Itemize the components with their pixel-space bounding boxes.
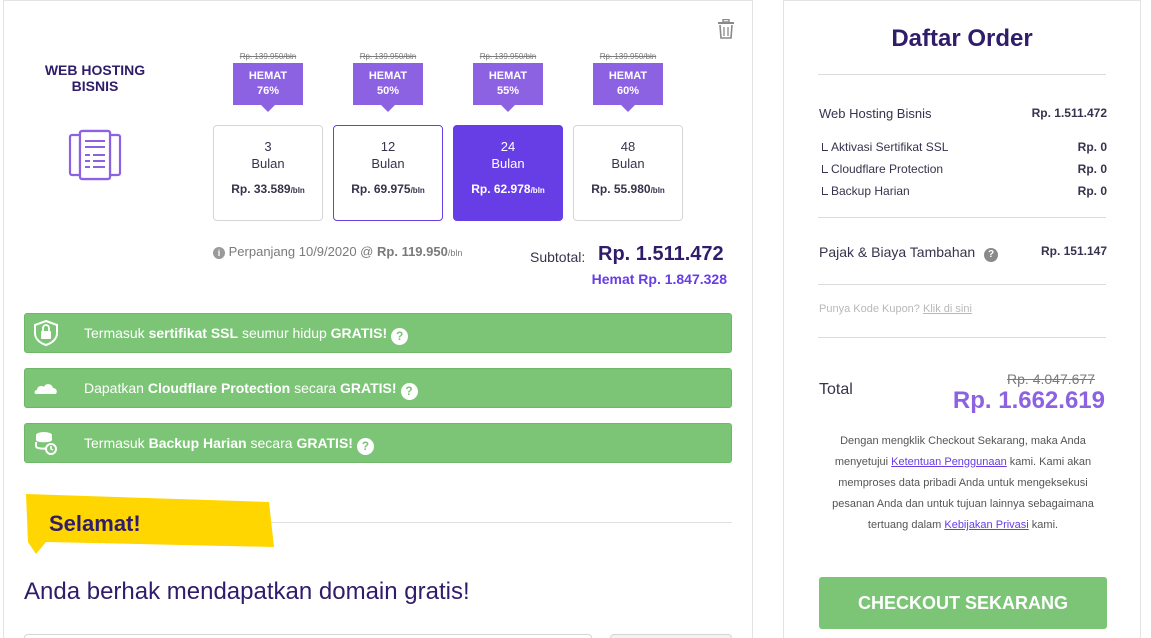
product-title: WEB HOSTING BISNIS	[44, 62, 146, 94]
plan-option-48-months[interactable]: 48 Bulan Rp. 55.980/bln	[573, 125, 683, 221]
divider	[818, 337, 1106, 338]
savings-total: Hemat Rp. 1.847.328	[591, 271, 727, 287]
sub-item-arrow-icon	[822, 165, 828, 173]
ssl-shield-icon	[34, 320, 58, 346]
plan-price: Rp. 55.980/bln	[591, 182, 665, 196]
feature-text: Termasuk sertifikat SSL seumur hidup GRA…	[84, 314, 409, 352]
sub-item-label: Cloudflare Protection	[831, 162, 944, 176]
badge-label: HEMAT	[488, 70, 528, 82]
plan-option-24-months[interactable]: 24 Bulan Rp. 62.978/bln	[453, 125, 563, 221]
plan-price: Rp. 33.589/bln	[231, 182, 305, 196]
renewal-note: i Perpanjang 10/9/2020 @ Rp. 119.950/bln	[213, 244, 462, 259]
domain-search-button[interactable]	[610, 634, 732, 638]
badge-label: HEMAT	[608, 70, 648, 82]
sub-item-value: Rp. 0	[1077, 162, 1107, 176]
feature-text: Dapatkan Cloudflare Protection secara GR…	[84, 369, 418, 407]
feature-ssl: Termasuk sertifikat SSL seumur hidup GRA…	[24, 313, 732, 353]
order-sub-item: Backup Harian Rp. 0	[822, 184, 1107, 198]
sub-item-arrow-icon	[822, 187, 828, 195]
badge-percent: 76%	[256, 85, 280, 97]
plan-unit: Bulan	[371, 156, 405, 171]
server-icon	[68, 129, 122, 181]
discount-badge: HEMAT 55%	[473, 63, 543, 112]
terms-link[interactable]: Ketentuan Penggunaan	[891, 456, 1007, 468]
sub-item-value: Rp. 0	[1077, 140, 1107, 154]
coupon-prompt: Punya Kode Kupon? Klik di sini	[819, 303, 972, 315]
total-old-price: Rp. 4.047.677	[1007, 371, 1095, 387]
discount-badge: HEMAT 60%	[593, 63, 663, 112]
plan-months: 48	[620, 139, 636, 154]
plan-old-price: Rp. 139.950/bln	[359, 52, 417, 61]
coupon-text: Punya Kode Kupon?	[819, 303, 920, 315]
plan-months: 3	[264, 139, 272, 154]
plan-months: 24	[500, 139, 516, 154]
info-icon: i	[213, 247, 225, 259]
feature-text: Termasuk Backup Harian secara GRATIS!?	[84, 424, 374, 462]
sub-item-value: Rp. 0	[1077, 184, 1107, 198]
divider	[818, 217, 1106, 218]
renewal-per: /bln	[447, 248, 463, 258]
badge-percent: 60%	[616, 85, 640, 97]
tax-value: Rp. 151.147	[1040, 244, 1107, 258]
plan-price: Rp. 62.978/bln	[471, 182, 545, 196]
order-summary-card: Daftar Order Web Hosting Bisnis Rp. 1.51…	[783, 0, 1141, 638]
plan-option-3-months[interactable]: 3 Bulan Rp. 33.589/bln	[213, 125, 323, 221]
order-item-label: Web Hosting Bisnis	[819, 106, 932, 121]
badge-percent: 55%	[496, 85, 520, 97]
backup-database-icon	[35, 432, 57, 455]
sub-item-label: Aktivasi Sertifikat SSL	[831, 140, 949, 154]
checkout-button[interactable]: CHECKOUT SEKARANG	[819, 577, 1107, 629]
total-new-price: Rp. 1.662.619	[952, 387, 1105, 414]
domain-search-input[interactable]	[24, 634, 592, 638]
feature-backup: Termasuk Backup Harian secara GRATIS!?	[24, 423, 732, 463]
coupon-link[interactable]: Klik di sini	[923, 303, 972, 315]
order-item-value: Rp. 1.511.472	[1031, 106, 1107, 120]
help-icon[interactable]: ?	[391, 328, 409, 345]
order-title: Daftar Order	[891, 25, 1033, 52]
badge-label: HEMAT	[248, 70, 288, 82]
plan-price: Rp. 69.975/bln	[351, 182, 425, 196]
renewal-price: Rp. 119.950	[377, 244, 448, 259]
renewal-prefix: Perpanjang 10/9/2020 @	[228, 244, 374, 259]
plan-old-price: Rp. 139.950/bln	[599, 52, 657, 61]
plan-unit: Bulan	[491, 156, 525, 171]
help-icon[interactable]: ?	[400, 383, 418, 400]
order-sub-item: Aktivasi Sertifikat SSL Rp. 0	[822, 140, 1107, 154]
cloud-icon	[34, 384, 57, 394]
divider	[818, 74, 1106, 75]
help-icon[interactable]: ?	[356, 438, 374, 455]
plan-unit: Bulan	[611, 156, 645, 171]
subtotal-label: Subtotal:	[530, 249, 586, 265]
sub-item-label: Backup Harian	[831, 184, 910, 198]
trash-icon[interactable]	[717, 19, 735, 39]
privacy-link[interactable]: Kebijakan Privasi	[944, 519, 1028, 531]
tax-row: Pajak & Biaya Tambahan ? Rp. 151.147	[819, 244, 1107, 262]
subtotal-value: Rp. 1.511.472	[598, 243, 724, 265]
plan-option-12-months[interactable]: 12 Bulan Rp. 69.975/bln	[333, 125, 443, 221]
discount-badge: HEMAT 50%	[353, 63, 423, 112]
divider	[270, 522, 732, 523]
order-sub-item: Cloudflare Protection Rp. 0	[822, 162, 1107, 176]
sub-item-arrow-icon	[822, 143, 828, 151]
order-main-item: Web Hosting Bisnis Rp. 1.511.472	[819, 106, 1107, 121]
plan-old-price: Rp. 139.950/bln	[479, 52, 537, 61]
total-label: Total	[819, 381, 853, 398]
sticker-text: Selamat!	[49, 511, 141, 536]
plan-months: 12	[380, 139, 396, 154]
divider	[818, 284, 1106, 285]
discount-badge: HEMAT 76%	[233, 63, 303, 112]
checkout-disclaimer: Dengan mengklik Checkout Sekarang, maka …	[832, 435, 1094, 531]
feature-cloudflare: Dapatkan Cloudflare Protection secara GR…	[24, 368, 732, 408]
plan-old-price: Rp. 139.950/bln	[239, 52, 297, 61]
badge-percent: 50%	[376, 85, 400, 97]
badge-label: HEMAT	[368, 70, 408, 82]
plan-unit: Bulan	[251, 156, 285, 171]
help-icon[interactable]: ?	[984, 248, 999, 262]
tax-label: Pajak & Biaya Tambahan	[819, 244, 976, 260]
domain-heading: Anda berhak mendapatkan domain gratis!	[24, 578, 470, 605]
